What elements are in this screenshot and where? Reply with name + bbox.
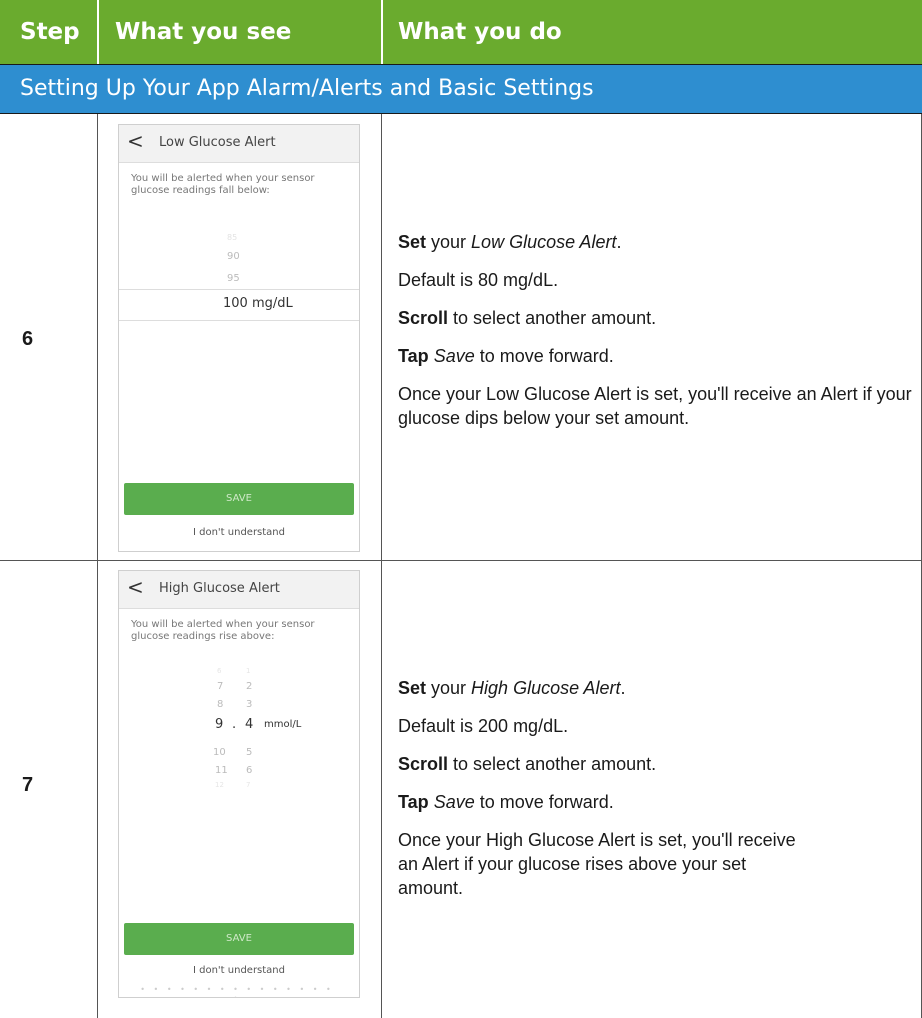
instruction-line: Set your Low Glucose Alert. (398, 230, 913, 254)
selected-row[interactable]: 9 . 4 mmol/L (119, 711, 359, 741)
instruction-text: to move forward. (474, 346, 614, 366)
instruction-line: Once your High Glucose Alert is set, you… (398, 830, 796, 898)
save-button[interactable]: SAVE (124, 483, 354, 515)
nav-bar: < High Glucose Alert (119, 571, 359, 609)
instruction-term: High Glucose Alert (471, 678, 621, 698)
help-link[interactable]: I don't understand (119, 965, 359, 976)
table-header: Step What you see What you do (0, 0, 922, 64)
wheel-value: 6 (217, 667, 222, 675)
instruction-line: Default is 80 mg/dL. (398, 270, 559, 290)
header-divider (97, 0, 99, 64)
instruction-line: Scroll to select another amount. (398, 752, 913, 776)
instruction-verb: Set (398, 232, 427, 252)
save-button[interactable]: SAVE (124, 923, 354, 955)
instruction-line: Once your Low Glucose Alert is set, you'… (398, 384, 912, 428)
instruction-line: Set your High Glucose Alert. (398, 676, 913, 700)
instruction-term: Save (433, 346, 475, 366)
instructions: Set your Low Glucose Alert. Default is 8… (398, 230, 913, 444)
page-indicator: • • • • • • • • • • • • • • • • (140, 985, 334, 997)
header-divider (381, 0, 383, 64)
screen-description: You will be alerted when your sensor glu… (131, 173, 315, 196)
wheel-value: 11 (215, 765, 228, 776)
instruction-text: to select another amount. (448, 308, 657, 328)
instructions: Set your High Glucose Alert. Default is … (398, 676, 913, 914)
instruction-verb: Set (398, 678, 427, 698)
step-number: 7 (22, 774, 34, 796)
selected-value: 9 (215, 717, 224, 732)
section-heading: Setting Up Your App Alarm/Alerts and Bas… (0, 64, 922, 114)
selected-value: 100 mg/dL (223, 296, 293, 311)
decimal-separator: . (232, 717, 237, 732)
instruction-term: Save (433, 792, 475, 812)
instruction-text: your (426, 678, 472, 698)
screen-title: Low Glucose Alert (159, 135, 276, 150)
wheel-value: 8 (217, 699, 224, 710)
section-title: Setting Up Your App Alarm/Alerts and Bas… (20, 76, 594, 101)
wheel-value: 7 (217, 681, 224, 692)
wheel-value: 10 (213, 747, 226, 758)
instruction-text: . (616, 232, 622, 252)
column-divider (381, 114, 382, 1018)
instruction-text: . (620, 678, 626, 698)
instruction-line: Scroll to select another amount. (398, 306, 913, 330)
instruction-line: Tap Save to move forward. (398, 344, 913, 368)
header-step: Step (20, 19, 80, 45)
back-chevron-icon[interactable]: < (127, 129, 144, 153)
header-what-you-do: What you do (398, 19, 562, 45)
wheel-value: 12 (215, 781, 224, 789)
selected-row[interactable]: 100 mg/dL (119, 289, 359, 321)
wheel-value: 3 (246, 699, 253, 710)
wheel-value: 85 (227, 233, 238, 242)
instruction-verb: Scroll (398, 308, 449, 328)
wheel-value: 5 (246, 747, 253, 758)
wheel-value: 7 (246, 781, 251, 789)
instruction-line: Default is 200 mg/dL. (398, 716, 569, 736)
instruction-text: your (426, 232, 472, 252)
screen-description: You will be alerted when your sensor glu… (131, 619, 315, 642)
step-number: 6 (22, 328, 34, 350)
wheel-value: 95 (227, 273, 240, 284)
screen-title: High Glucose Alert (159, 581, 280, 596)
instruction-term: Low Glucose Alert (471, 232, 617, 252)
phone-screenshot: < High Glucose Alert You will be alerted… (118, 570, 360, 998)
instruction-text: to move forward. (474, 792, 614, 812)
wheel-value: 1 (246, 667, 251, 675)
phone-screenshot: < Low Glucose Alert You will be alerted … (118, 124, 360, 552)
wheel-value: 90 (227, 251, 240, 262)
instruction-text: to select another amount. (448, 754, 657, 774)
unit-label: mmol/L (264, 719, 302, 730)
wheel-value: 6 (246, 765, 253, 776)
instruction-line: Tap Save to move forward. (398, 790, 913, 814)
instruction-verb: Tap (398, 792, 429, 812)
wheel-value: 2 (246, 681, 253, 692)
instruction-verb: Tap (398, 346, 429, 366)
column-divider (97, 114, 98, 1018)
selected-value: 4 (245, 717, 254, 732)
row-divider (0, 560, 922, 561)
nav-bar: < Low Glucose Alert (119, 125, 359, 163)
back-chevron-icon[interactable]: < (127, 575, 144, 599)
header-what-you-see: What you see (115, 19, 292, 45)
instruction-verb: Scroll (398, 754, 449, 774)
help-link[interactable]: I don't understand (119, 527, 359, 538)
